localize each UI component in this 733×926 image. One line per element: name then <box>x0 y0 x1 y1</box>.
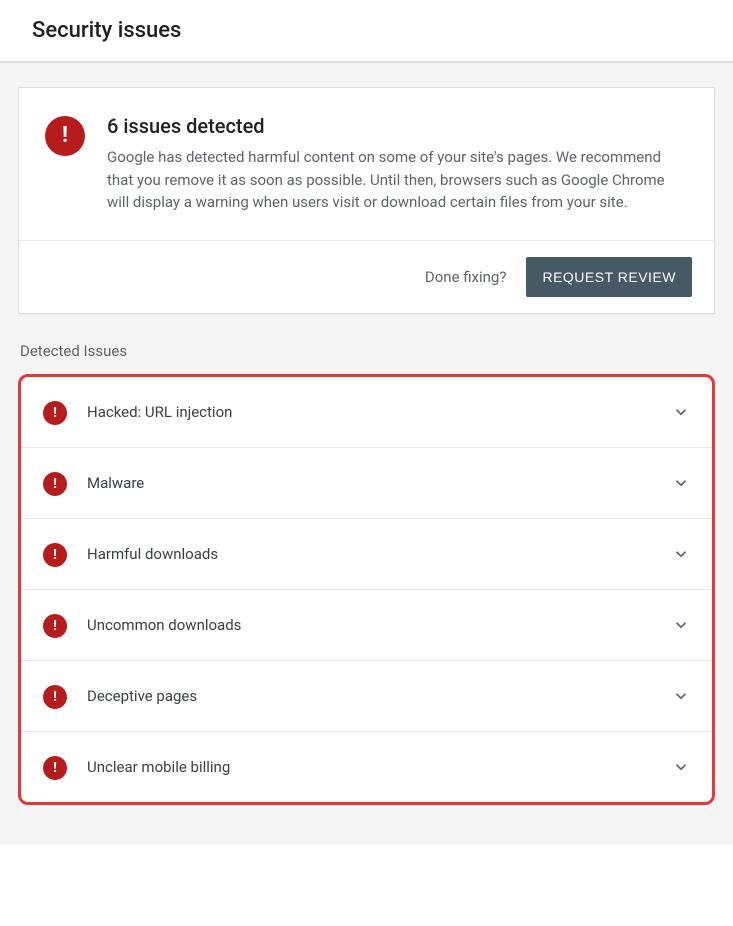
issue-label: Deceptive pages <box>87 687 652 705</box>
chevron-down-icon <box>672 758 690 776</box>
warning-icon: ! <box>43 543 67 567</box>
warning-icon: ! <box>43 614 67 638</box>
chevron-down-icon <box>672 403 690 421</box>
chevron-down-icon <box>672 474 690 492</box>
warning-icon: ! <box>43 685 67 709</box>
alert-card: ! 6 issues detected Google has detected … <box>18 87 715 314</box>
alert-title: 6 issues detected <box>107 114 684 138</box>
issue-label: Malware <box>87 474 652 492</box>
issue-label: Hacked: URL injection <box>87 403 652 421</box>
issue-label: Unclear mobile billing <box>87 758 652 776</box>
chevron-down-icon <box>672 616 690 634</box>
chevron-down-icon <box>672 545 690 563</box>
warning-icon: ! <box>43 401 67 425</box>
issue-row-harmful-downloads[interactable]: ! Harmful downloads <box>21 519 712 590</box>
request-review-button[interactable]: REQUEST REVIEW <box>526 257 692 297</box>
content-area: ! 6 issues detected Google has detected … <box>0 62 733 845</box>
issue-label: Harmful downloads <box>87 545 652 563</box>
page-title: Security issues <box>32 18 701 43</box>
alert-actions: Done fixing? REQUEST REVIEW <box>19 240 714 313</box>
alert-description: Google has detected harmful content on s… <box>107 146 684 214</box>
warning-icon: ! <box>45 116 85 156</box>
warning-icon: ! <box>43 472 67 496</box>
issue-row-malware[interactable]: ! Malware <box>21 448 712 519</box>
issue-row-uncommon-downloads[interactable]: ! Uncommon downloads <box>21 590 712 661</box>
issue-row-deceptive-pages[interactable]: ! Deceptive pages <box>21 661 712 732</box>
alert-body: ! 6 issues detected Google has detected … <box>19 88 714 240</box>
alert-text: 6 issues detected Google has detected ha… <box>107 114 684 214</box>
done-fixing-label: Done fixing? <box>425 268 507 286</box>
page-header: Security issues <box>0 0 733 62</box>
chevron-down-icon <box>672 687 690 705</box>
issues-list: ! Hacked: URL injection ! Malware ! Harm… <box>18 374 715 805</box>
warning-icon: ! <box>43 756 67 780</box>
issue-label: Uncommon downloads <box>87 616 652 634</box>
detected-issues-label: Detected Issues <box>20 342 715 360</box>
issue-row-unclear-mobile-billing[interactable]: ! Unclear mobile billing <box>21 732 712 802</box>
issue-row-hacked-url-injection[interactable]: ! Hacked: URL injection <box>21 377 712 448</box>
